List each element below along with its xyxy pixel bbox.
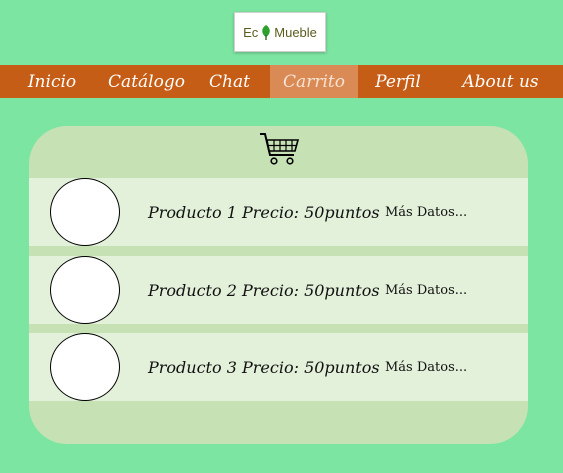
nav-item-about-us[interactable]: About us <box>438 65 563 98</box>
nav-item-carrito[interactable]: Carrito <box>270 65 358 98</box>
more-info-link[interactable]: Más Datos... <box>385 283 467 298</box>
list-item: Producto 1 Precio: 50puntos Más Datos... <box>29 178 528 246</box>
nav-item-inicio[interactable]: Inicio <box>0 65 104 98</box>
product-price: Precio: 50puntos <box>242 202 380 222</box>
product-name: Producto 1 <box>148 202 237 222</box>
nav-item-chat[interactable]: Chat <box>189 65 270 98</box>
logo-text-left: Ec <box>243 24 259 40</box>
nav-item-catalogo[interactable]: Catálogo <box>104 65 189 98</box>
shopping-cart-icon <box>260 133 300 165</box>
product-name: Producto 2 <box>148 280 237 300</box>
product-image[interactable] <box>50 333 120 401</box>
product-name: Producto 3 <box>148 357 237 377</box>
list-item: Producto 3 Precio: 50puntos Más Datos... <box>29 333 528 401</box>
ecomueble-logo[interactable]: Ec Mueble <box>234 12 326 52</box>
leaf-icon <box>262 25 271 40</box>
more-info-link[interactable]: Más Datos... <box>385 205 467 220</box>
product-image[interactable] <box>50 256 120 324</box>
list-item: Producto 2 Precio: 50puntos Más Datos... <box>29 256 528 324</box>
main-nav: Inicio Catálogo Chat Carrito Perfil Abou… <box>0 65 563 98</box>
product-price: Precio: 50puntos <box>242 357 380 377</box>
more-info-link[interactable]: Más Datos... <box>385 360 467 375</box>
logo-text-right: Mueble <box>274 24 317 40</box>
nav-item-perfil[interactable]: Perfil <box>358 65 438 98</box>
product-price: Precio: 50puntos <box>242 280 380 300</box>
product-image[interactable] <box>50 178 120 246</box>
